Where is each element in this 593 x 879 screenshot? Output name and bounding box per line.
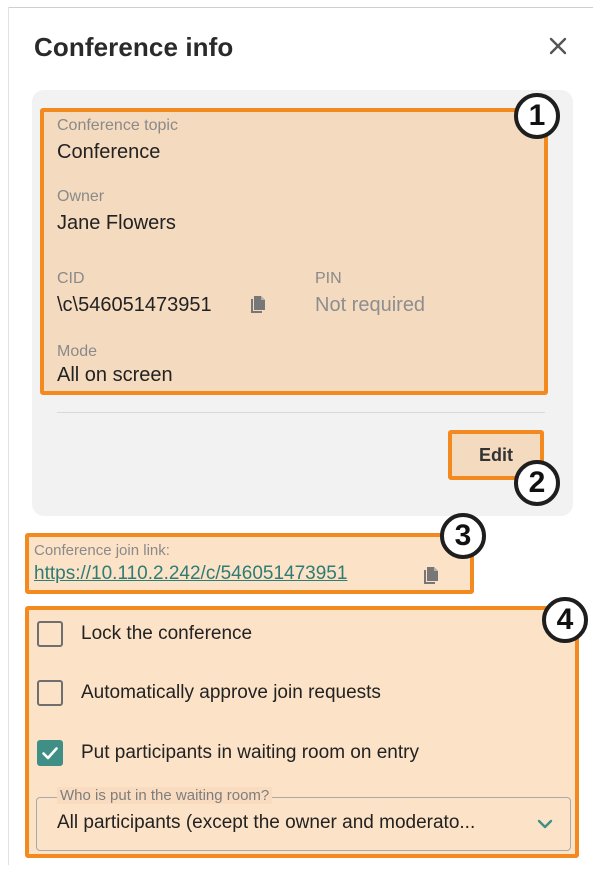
auto-approve-option[interactable]: Automatically approve join requests bbox=[37, 679, 381, 707]
copy-link-button[interactable] bbox=[422, 566, 440, 586]
auto-approve-checkbox[interactable] bbox=[37, 680, 63, 706]
annotation-badge-4: 4 bbox=[542, 597, 588, 643]
waiting-room-option[interactable]: Put participants in waiting room on entr… bbox=[37, 739, 419, 767]
lock-conference-label: Lock the conference bbox=[81, 623, 253, 644]
check-icon bbox=[42, 747, 58, 760]
auto-approve-label: Automatically approve join requests bbox=[81, 682, 381, 703]
dialog-title: Conference info bbox=[34, 32, 234, 62]
join-link-label: Conference join link: bbox=[34, 542, 170, 559]
annotation-badge-2: 2 bbox=[514, 460, 560, 506]
pin-value: Not required bbox=[315, 294, 426, 316]
cid-label: CID bbox=[57, 270, 85, 287]
owner-value: Jane Flowers bbox=[57, 212, 176, 234]
mode-label: Mode bbox=[57, 343, 98, 360]
owner-label: Owner bbox=[57, 188, 105, 205]
pin-label: PIN bbox=[315, 270, 342, 287]
waiting-room-checkbox[interactable] bbox=[37, 740, 63, 766]
mode-value: All on screen bbox=[57, 364, 173, 386]
waiting-room-select-value: All participants (except the owner and m… bbox=[57, 812, 476, 833]
topic-label: Conference topic bbox=[57, 117, 178, 134]
window-top-border bbox=[8, 7, 593, 8]
copy-icon bbox=[424, 567, 438, 584]
window-left-border bbox=[8, 7, 9, 865]
join-link[interactable]: https://10.110.2.242/c/546051473951 bbox=[34, 563, 347, 585]
copy-cid-button[interactable] bbox=[249, 295, 267, 315]
lock-conference-checkbox[interactable] bbox=[37, 621, 63, 647]
lock-conference-option[interactable]: Lock the conference bbox=[37, 620, 252, 648]
chevron-down-icon bbox=[537, 819, 553, 829]
copy-icon bbox=[251, 296, 265, 313]
waiting-room-label: Put participants in waiting room on entr… bbox=[81, 742, 419, 763]
waiting-room-select[interactable]: Who is put in the waiting room? All part… bbox=[36, 787, 571, 851]
close-button[interactable] bbox=[544, 32, 574, 62]
close-icon bbox=[549, 37, 567, 55]
cid-value: \c\546051473951 bbox=[57, 294, 212, 316]
topic-value: Conference bbox=[57, 141, 161, 163]
annotation-badge-3: 3 bbox=[440, 513, 486, 559]
card-divider bbox=[57, 412, 545, 413]
waiting-room-select-legend: Who is put in the waiting room? bbox=[57, 787, 273, 804]
annotation-badge-1: 1 bbox=[514, 93, 560, 139]
